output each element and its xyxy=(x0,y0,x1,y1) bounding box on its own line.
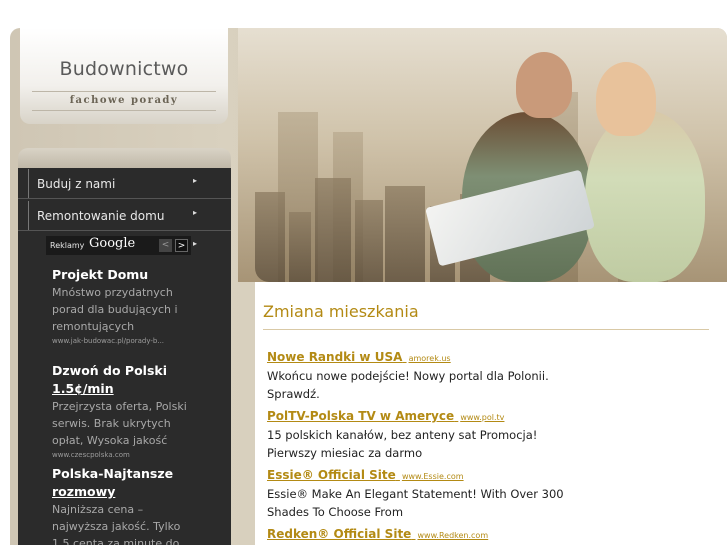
site-tagline: fachowe porady xyxy=(69,95,179,106)
ad-text: Przejrzysta oferta, Polski serwis. Brak … xyxy=(52,400,187,447)
result-title-link[interactable]: Redken® Official Site xyxy=(267,527,411,541)
ads-header: Reklamy Google < > xyxy=(46,236,191,255)
result-item: Redken® Official Site www.Redken.com xyxy=(267,526,687,544)
chevron-right-icon[interactable]: > xyxy=(175,239,188,252)
result-title-link[interactable]: PolTV-Polska TV w Ameryce xyxy=(267,409,454,423)
title-divider xyxy=(263,329,709,330)
ad-title[interactable]: Polska-Najtansze xyxy=(52,465,190,483)
logo-divider xyxy=(32,110,216,111)
nav-divider xyxy=(18,230,231,231)
nav-item-label: Buduj z nami xyxy=(37,177,116,191)
result-url[interactable]: www.Redken.com xyxy=(418,531,489,540)
ad-title-link[interactable]: 1.5¢/min xyxy=(52,381,114,396)
chevron-left-icon[interactable]: < xyxy=(159,239,172,252)
result-title-link[interactable]: Essie® Official Site xyxy=(267,468,396,482)
ad-url[interactable]: www.czescpolska.com xyxy=(52,449,190,461)
result-text: Essie® Make An Elegant Statement! With O… xyxy=(267,487,564,519)
nav-divider xyxy=(18,198,231,199)
chevron-right-icon: ▸ xyxy=(192,176,197,185)
nav-item-remontowanie[interactable]: Remontowanie domu ▸ xyxy=(28,201,231,231)
woman-face xyxy=(596,62,656,136)
result-url[interactable]: amorek.us xyxy=(409,354,451,363)
ad-title[interactable]: Projekt Domu xyxy=(52,266,190,284)
result-text: 15 polskich kanałów, bez anteny sat Prom… xyxy=(267,428,538,460)
logo-divider xyxy=(32,91,216,92)
ad-item[interactable]: Projekt Domu Mnóstwo przydatnych porad d… xyxy=(52,266,190,347)
result-item: Essie® Official Site www.Essie.com Essie… xyxy=(267,467,687,521)
ad-item[interactable]: Dzwoń do Polski 1.5¢/min Przejrzysta ofe… xyxy=(52,362,190,461)
ad-title-link[interactable]: rozmowy xyxy=(52,484,115,499)
ad-title[interactable]: Dzwoń do Polski xyxy=(52,362,190,380)
result-item: Nowe Randki w USA amorek.us Wkońcu nowe … xyxy=(267,349,687,403)
logo-box[interactable]: Budownictwo fachowe porady xyxy=(20,28,228,124)
man-face xyxy=(516,52,572,118)
chevron-right-icon: ▸ xyxy=(193,239,198,248)
result-url[interactable]: www.pol.tv xyxy=(460,413,504,422)
nav-item-label: Remontowanie domu xyxy=(37,209,165,223)
result-title-link[interactable]: Nowe Randki w USA xyxy=(267,350,402,364)
ad-item[interactable]: Polska-Najtansze rozmowy Najniższa cena … xyxy=(52,465,190,545)
result-text: Wkońcu nowe podejście! Nowy portal dla P… xyxy=(267,369,549,401)
woman-figure xyxy=(585,110,705,282)
ad-url[interactable]: www.jak-budowac.pl/porady-b... xyxy=(52,335,190,347)
page-title: Zmiana mieszkania xyxy=(263,302,419,321)
site-title: Budownictwo xyxy=(59,58,189,80)
result-url[interactable]: www.Essie.com xyxy=(402,472,464,481)
google-logo[interactable]: Google xyxy=(89,236,135,251)
sidebar-cap xyxy=(18,148,231,168)
nav-item-buduj[interactable]: Buduj z nami ▸ xyxy=(28,169,231,199)
ad-text: Najniższa cena – najwyższa jakość. Tylko… xyxy=(52,503,181,545)
chevron-right-icon: ▸ xyxy=(192,208,197,217)
result-item: PolTV-Polska TV w Ameryce www.pol.tv 15 … xyxy=(267,408,687,462)
ad-text: Mnóstwo przydatnych porad dla budujących… xyxy=(52,286,178,333)
ads-label: Reklamy xyxy=(50,241,85,250)
